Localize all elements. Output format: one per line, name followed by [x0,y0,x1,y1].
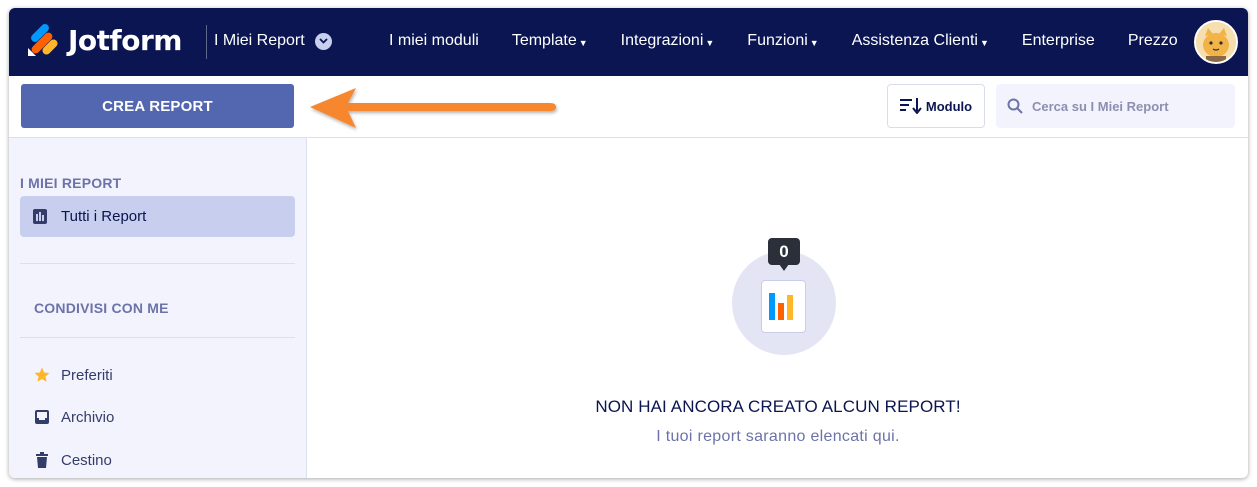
star-icon [34,367,50,382]
sidebar-divider [20,337,295,338]
caret-down-icon: ▼ [578,37,588,48]
chevron-down-icon [314,32,332,50]
caret-down-icon: ▼ [979,37,989,48]
nav-my-forms[interactable]: I miei moduli [389,32,479,50]
jotform-logo[interactable]: Jotform [26,24,182,58]
nav-pricing[interactable]: Prezzo [1128,32,1178,50]
report-icon [33,209,47,224]
sort-button[interactable]: Modulo [887,84,985,128]
nav-templates[interactable]: Template ▼ [512,32,588,50]
nav-integrations[interactable]: Integrazioni ▼ [621,32,715,50]
empty-state-title: NON HAI ANCORA CREATO ALCUN REPORT! [595,397,961,416]
sort-icon [899,98,922,114]
nav-support[interactable]: Assistenza Clienti ▼ [852,32,989,50]
caret-down-icon: ▼ [705,37,715,48]
trash-icon [36,452,48,468]
user-avatar[interactable] [1194,20,1238,64]
jotform-logo-icon [28,24,58,56]
sort-label: Modulo [925,98,973,114]
sidebar-header: CREA REPORT [9,76,307,138]
nav-label: Assistenza Clienti [851,32,978,49]
top-navbar: Jotform I Miei Report I miei moduli Temp… [9,8,1248,76]
sidebar-item-all-reports[interactable]: Tutti i Report [20,196,295,237]
cat-avatar-icon [1196,22,1236,62]
sidebar-item-label: Tutti i Report [61,208,147,225]
sidebar-item-label: Archivio [61,408,115,426]
sidebar-item-favorites[interactable]: Preferiti [33,363,113,387]
sidebar-item-label: Preferiti [61,366,113,384]
logo-divider [206,25,207,59]
nav-enterprise[interactable]: Enterprise [1022,32,1095,50]
sidebar: CREA REPORT I MIEI REPORT Tutti i Report… [9,76,307,478]
sidebar-item-archive[interactable]: Archivio [33,405,114,429]
nav-label: I miei moduli [389,32,479,49]
search-input[interactable] [1032,98,1222,114]
nav-label: Prezzo [1127,32,1178,49]
search-box [996,84,1235,128]
empty-state-subtitle: I tuoi report saranno elencati qui. [656,428,900,445]
brand-name: Jotform [68,24,182,57]
report-chart-icon [761,280,806,333]
nav-label: Enterprise [1021,32,1095,49]
my-reports-title: I MIEI REPORT [20,175,122,191]
report-count-badge: 0 [768,238,800,271]
app-switcher-label: I Miei Report [214,32,305,49]
nav-label: Integrazioni [620,32,704,49]
shared-with-me-section[interactable]: CONDIVISI CON ME [34,300,169,316]
nav-label: Template [511,32,577,49]
sidebar-item-trash[interactable]: Cestino [33,448,112,472]
nav-label: Funzioni [747,32,808,49]
caret-down-icon: ▼ [809,37,819,48]
app-switcher[interactable]: I Miei Report [214,32,332,50]
archive-icon [35,410,49,424]
pointer-arrow-icon [310,88,556,128]
sidebar-item-label: Cestino [61,451,112,469]
nav-features[interactable]: Funzioni ▼ [747,32,818,50]
app-window: Jotform I Miei Report I miei moduli Temp… [9,8,1248,478]
search-icon [1007,98,1023,114]
main-nav: I miei moduli Template ▼ Integrazioni ▼ Fu… [389,32,1211,50]
create-report-button[interactable]: CREA REPORT [21,84,294,128]
sidebar-divider [20,263,295,264]
